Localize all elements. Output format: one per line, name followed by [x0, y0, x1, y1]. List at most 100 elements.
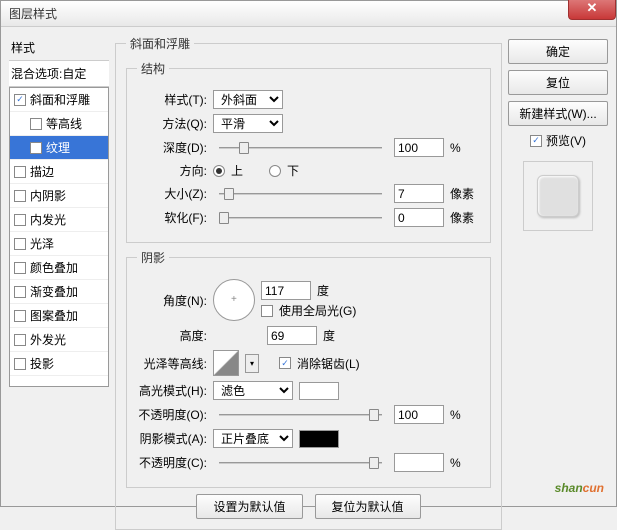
- style-item-6[interactable]: 光泽: [10, 232, 108, 256]
- layer-style-dialog: 图层样式 ✕ 样式 混合选项:自定 斜面和浮雕等高线纹理描边内阴影内发光光泽颜色…: [0, 0, 617, 507]
- size-slider[interactable]: [219, 185, 382, 203]
- style-item-label: 内发光: [30, 211, 66, 228]
- style-item-1[interactable]: 等高线: [10, 112, 108, 136]
- cancel-button[interactable]: 复位: [508, 70, 608, 95]
- ok-button[interactable]: 确定: [508, 39, 608, 64]
- settings-panel: 斜面和浮雕 结构 样式(T): 外斜面 方法(Q): 平滑 深度(D):: [115, 35, 502, 498]
- style-item-label: 等高线: [46, 115, 82, 132]
- soften-label: 软化(F):: [137, 209, 207, 226]
- gloss-contour[interactable]: [213, 350, 239, 376]
- antialias-checkbox[interactable]: [279, 357, 291, 369]
- bevel-fieldset: 斜面和浮雕 结构 样式(T): 外斜面 方法(Q): 平滑 深度(D):: [115, 35, 502, 530]
- gloss-label: 光泽等高线:: [137, 355, 207, 372]
- highlight-opacity-input[interactable]: [394, 405, 444, 424]
- style-item-checkbox[interactable]: [14, 286, 26, 298]
- preview-thumbnail: [523, 161, 593, 231]
- sidebar-header: 样式: [9, 35, 109, 61]
- style-item-checkbox[interactable]: [14, 262, 26, 274]
- style-item-label: 图案叠加: [30, 307, 78, 324]
- style-item-8[interactable]: 渐变叠加: [10, 280, 108, 304]
- shading-group: 阴影 角度(N): 度 使用全局光(G): [126, 249, 491, 488]
- depth-unit: %: [450, 141, 480, 155]
- soften-input[interactable]: [394, 208, 444, 227]
- shadow-opacity-input[interactable]: [394, 453, 444, 472]
- altitude-input[interactable]: [267, 326, 317, 345]
- global-light-checkbox[interactable]: [261, 305, 273, 317]
- shadow-opacity-slider[interactable]: [219, 454, 382, 472]
- blend-options[interactable]: 混合选项:自定: [9, 61, 109, 87]
- style-item-7[interactable]: 颜色叠加: [10, 256, 108, 280]
- highlight-opacity-label: 不透明度(O):: [137, 406, 207, 423]
- highlight-color-swatch[interactable]: [299, 382, 339, 400]
- style-item-label: 外发光: [30, 331, 66, 348]
- style-item-5[interactable]: 内发光: [10, 208, 108, 232]
- shadow-color-swatch[interactable]: [299, 430, 339, 448]
- style-select[interactable]: 外斜面: [213, 90, 283, 109]
- close-button[interactable]: ✕: [568, 0, 616, 20]
- action-panel: 确定 复位 新建样式(W)... 预览(V): [508, 35, 608, 498]
- size-unit: 像素: [450, 185, 480, 202]
- altitude-label: 高度:: [137, 327, 207, 344]
- technique-select[interactable]: 平滑: [213, 114, 283, 133]
- preview-label: 预览(V): [546, 132, 586, 149]
- angle-unit: 度: [317, 282, 329, 299]
- structure-legend: 结构: [137, 60, 169, 77]
- style-item-checkbox[interactable]: [14, 190, 26, 202]
- style-item-4[interactable]: 内阴影: [10, 184, 108, 208]
- angle-label: 角度(N):: [137, 292, 207, 309]
- style-item-3[interactable]: 描边: [10, 160, 108, 184]
- style-item-2[interactable]: 纹理: [10, 136, 108, 160]
- style-label: 样式(T):: [137, 91, 207, 108]
- depth-input[interactable]: [394, 138, 444, 157]
- angle-wheel[interactable]: [213, 279, 255, 321]
- shadow-mode-select[interactable]: 正片叠底: [213, 429, 293, 448]
- style-item-label: 光泽: [30, 235, 54, 252]
- style-item-10[interactable]: 外发光: [10, 328, 108, 352]
- style-item-label: 颜色叠加: [30, 259, 78, 276]
- style-item-checkbox[interactable]: [14, 94, 26, 106]
- style-item-checkbox[interactable]: [14, 238, 26, 250]
- window-title: 图层样式: [9, 5, 57, 22]
- style-sidebar: 样式 混合选项:自定 斜面和浮雕等高线纹理描边内阴影内发光光泽颜色叠加渐变叠加图…: [9, 35, 109, 498]
- preview-checkbox[interactable]: [530, 135, 542, 147]
- style-item-checkbox[interactable]: [14, 166, 26, 178]
- new-style-button[interactable]: 新建样式(W)...: [508, 101, 608, 126]
- highlight-mode-select[interactable]: 滤色: [213, 381, 293, 400]
- style-item-label: 内阴影: [30, 187, 66, 204]
- style-item-label: 斜面和浮雕: [30, 91, 90, 108]
- direction-down-label: 下: [287, 162, 299, 179]
- style-item-label: 纹理: [46, 139, 70, 156]
- style-item-0[interactable]: 斜面和浮雕: [10, 88, 108, 112]
- direction-up-radio[interactable]: [213, 165, 225, 177]
- highlight-opacity-unit: %: [450, 408, 480, 422]
- style-item-9[interactable]: 图案叠加: [10, 304, 108, 328]
- gloss-dropdown-icon[interactable]: ▾: [245, 354, 259, 373]
- shadow-mode-label: 阴影模式(A):: [137, 430, 207, 447]
- shading-legend: 阴影: [137, 249, 169, 266]
- depth-label: 深度(D):: [137, 139, 207, 156]
- size-input[interactable]: [394, 184, 444, 203]
- angle-input[interactable]: [261, 281, 311, 300]
- style-item-11[interactable]: 投影: [10, 352, 108, 376]
- soften-slider[interactable]: [219, 209, 382, 227]
- size-label: 大小(Z):: [137, 185, 207, 202]
- style-item-checkbox[interactable]: [14, 358, 26, 370]
- shadow-opacity-unit: %: [450, 456, 480, 470]
- style-item-label: 描边: [30, 163, 54, 180]
- style-item-checkbox[interactable]: [30, 142, 42, 154]
- highlight-mode-label: 高光模式(H):: [137, 382, 207, 399]
- style-item-checkbox[interactable]: [14, 334, 26, 346]
- style-item-label: 渐变叠加: [30, 283, 78, 300]
- watermark: shancun: [555, 475, 604, 498]
- style-item-checkbox[interactable]: [14, 310, 26, 322]
- soften-unit: 像素: [450, 209, 480, 226]
- style-item-label: 投影: [30, 355, 54, 372]
- titlebar: 图层样式 ✕: [1, 1, 616, 27]
- style-item-checkbox[interactable]: [30, 118, 42, 130]
- style-item-checkbox[interactable]: [14, 214, 26, 226]
- panel-title: 斜面和浮雕: [126, 35, 194, 52]
- highlight-opacity-slider[interactable]: [219, 406, 382, 424]
- direction-down-radio[interactable]: [269, 165, 281, 177]
- depth-slider[interactable]: [219, 139, 382, 157]
- style-list: 斜面和浮雕等高线纹理描边内阴影内发光光泽颜色叠加渐变叠加图案叠加外发光投影: [9, 87, 109, 387]
